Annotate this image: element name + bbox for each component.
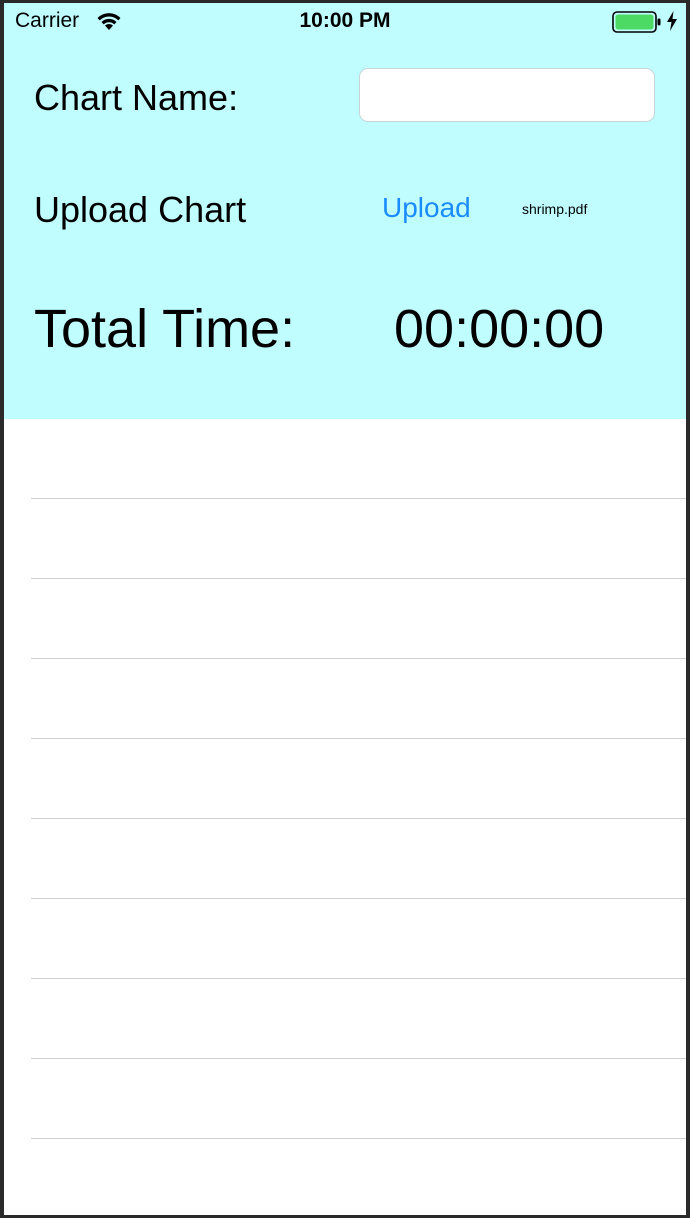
table-list[interactable] (4, 419, 686, 1215)
battery-icon (612, 11, 661, 33)
device-screen: Carrier 10:00 PM Chart Name: Upload Char… (4, 3, 686, 1215)
table-row[interactable] (31, 739, 686, 819)
table-row[interactable] (31, 499, 686, 579)
upload-button[interactable]: Upload (382, 192, 471, 224)
header-panel: Carrier 10:00 PM Chart Name: Upload Char… (4, 3, 686, 419)
status-bar: Carrier 10:00 PM (4, 3, 686, 43)
table-row[interactable] (31, 979, 686, 1059)
total-time-value: 00:00:00 (394, 299, 605, 359)
table-row[interactable] (31, 1059, 686, 1139)
upload-chart-label: Upload Chart (34, 189, 247, 230)
total-time-label: Total Time: (34, 299, 296, 359)
table-row[interactable] (31, 659, 686, 739)
table-row[interactable] (31, 419, 686, 499)
table-row[interactable] (31, 579, 686, 659)
status-time: 10:00 PM (299, 9, 391, 32)
uploaded-file-name: shrimp.pdf (522, 201, 588, 217)
chart-name-input[interactable] (359, 68, 655, 122)
table-row[interactable] (31, 899, 686, 979)
chart-name-label: Chart Name: (34, 77, 239, 118)
table-row[interactable] (31, 819, 686, 899)
bolt-icon (667, 11, 677, 31)
